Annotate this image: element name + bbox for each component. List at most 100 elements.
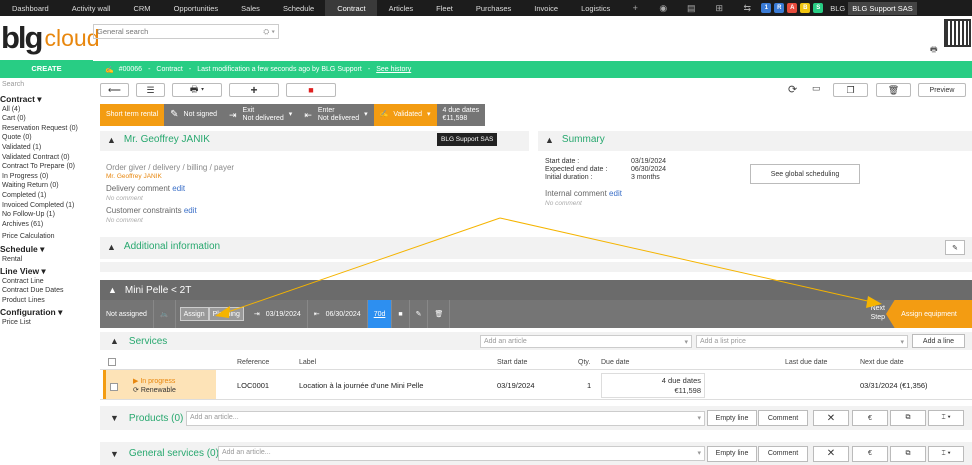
- see-history-link[interactable]: See history: [376, 66, 411, 73]
- sidebar-item-completed[interactable]: Completed (1): [0, 191, 93, 201]
- eye-icon[interactable]: ◉: [658, 3, 668, 14]
- validated-status[interactable]: ✍ Validated ▾: [373, 104, 437, 126]
- euro-icon[interactable]: €: [852, 410, 888, 426]
- printer-icon[interactable]: 🖶: [930, 44, 938, 58]
- general-add-article-select[interactable]: Add an article... ▾: [218, 446, 705, 461]
- assign-button[interactable]: Assign: [179, 307, 209, 321]
- sidebar-item-price-list[interactable]: Price List: [0, 318, 93, 328]
- expand-triangle-icon[interactable]: ▼: [110, 449, 119, 459]
- preview-button[interactable]: Preview: [918, 83, 966, 97]
- internal-comment-edit-link[interactable]: edit: [609, 189, 622, 198]
- badge-b[interactable]: B: [800, 3, 811, 13]
- list-icon[interactable]: ☰: [136, 83, 165, 97]
- general-empty-line-button[interactable]: Empty line: [707, 445, 757, 462]
- blg-cloud-logo[interactable]: blg cloud: [0, 16, 108, 60]
- sidebar-header-line-view[interactable]: Line View ▾: [0, 266, 93, 277]
- row-due-date-box[interactable]: 4 due dates €11,598: [601, 373, 705, 398]
- bike-icon[interactable]: 🚲: [154, 300, 176, 328]
- delete-icon[interactable]: 🗑: [876, 83, 911, 97]
- sidebar-header-configuration[interactable]: Configuration ▾: [0, 308, 93, 318]
- nav-invoice[interactable]: Invoice: [522, 0, 569, 16]
- refresh-icon[interactable]: ⟳: [788, 83, 797, 96]
- sidebar-item-rental[interactable]: Rental: [0, 255, 93, 265]
- close-icon[interactable]: ✕: [813, 410, 849, 426]
- add-article-select[interactable]: Add an article ▾: [480, 334, 692, 348]
- col-start-date[interactable]: Start date: [497, 359, 527, 366]
- enter-status[interactable]: ⇤ Enter Not delivered ▾: [298, 104, 374, 126]
- euro-icon[interactable]: €: [852, 445, 888, 462]
- sidebar-item-contract-line[interactable]: Contract Line: [0, 277, 93, 287]
- customer-constraints-edit-link[interactable]: edit: [184, 206, 197, 215]
- select-all-checkbox[interactable]: [108, 358, 116, 366]
- row-checkbox[interactable]: [110, 383, 118, 391]
- column-settings-icon[interactable]: ⌶ ▾: [928, 445, 964, 462]
- trash-icon[interactable]: 🗑: [428, 300, 451, 328]
- row-status-cell[interactable]: ▶ In progress ⟳ Renewable: [103, 370, 216, 399]
- nav-articles[interactable]: Articles: [377, 0, 425, 16]
- sidebar-item-reservation-request[interactable]: Reservation Request (0): [0, 124, 93, 134]
- sidebar-item-validated-contract[interactable]: Validated Contract (0): [0, 153, 93, 163]
- close-icon[interactable]: ✕: [813, 445, 849, 462]
- summary-panel-title[interactable]: ▲ Summary: [545, 134, 605, 145]
- sidebar-item-product-lines[interactable]: Product Lines: [0, 296, 93, 306]
- badge-r[interactable]: R: [774, 3, 785, 13]
- nav-activity-wall[interactable]: Activity wall: [60, 0, 122, 16]
- col-qty[interactable]: Qty.: [578, 359, 590, 366]
- general-comment-button[interactable]: Comment: [758, 445, 808, 462]
- col-due-date[interactable]: Due date: [601, 359, 629, 366]
- start-date-button[interactable]: ⇥ 03/19/2024: [248, 300, 308, 328]
- pencil-icon[interactable]: ✎: [945, 240, 965, 255]
- expand-triangle-icon[interactable]: ▼: [110, 413, 119, 423]
- nav-contract[interactable]: Contract: [325, 0, 377, 16]
- column-settings-icon[interactable]: ⌶ ▾: [928, 410, 964, 426]
- pencil-icon[interactable]: ✎: [410, 300, 429, 328]
- products-add-article-select[interactable]: Add an article... ▾: [186, 410, 705, 426]
- copy-icon[interactable]: ❐: [833, 83, 868, 97]
- due-dates-status[interactable]: 4 due dates €11,598: [436, 104, 486, 126]
- sidebar-item-validated[interactable]: Validated (1): [0, 143, 93, 153]
- sidebar-item-waiting-return[interactable]: Waiting Return (0): [0, 181, 93, 191]
- nav-purchases[interactable]: Purchases: [464, 0, 522, 16]
- duration-days-button[interactable]: 70d: [367, 300, 393, 328]
- add-line-button[interactable]: Add a line: [912, 334, 965, 348]
- notes-icon[interactable]: ▤: [686, 3, 696, 14]
- sidebar-item-contract-to-prepare[interactable]: Contract To Prepare (0): [0, 162, 93, 172]
- assign-equipment-button[interactable]: Assign equipment: [886, 300, 972, 328]
- badge-1[interactable]: 1: [761, 3, 772, 13]
- sidebar-item-cart[interactable]: Cart (0): [0, 114, 93, 124]
- nav-fleet[interactable]: Fleet: [424, 0, 464, 16]
- sidebar-item-contract-due-dates[interactable]: Contract Due Dates: [0, 286, 93, 296]
- general-search-input[interactable]: General search ⛭ ▾: [93, 24, 279, 39]
- col-reference[interactable]: Reference: [237, 359, 269, 366]
- stop-icon[interactable]: ■: [286, 83, 336, 97]
- badge-a[interactable]: A: [787, 3, 798, 13]
- delivery-comment-edit-link[interactable]: edit: [172, 184, 185, 193]
- user-menu[interactable]: BLG Support SAS: [848, 1, 917, 15]
- additional-info-title[interactable]: ▲ Additional information: [107, 241, 220, 252]
- messages-icon[interactable]: ⇆: [742, 3, 752, 14]
- nav-schedule[interactable]: Schedule: [271, 0, 325, 16]
- sidebar-item-all[interactable]: All (4): [0, 105, 93, 115]
- filter-icon[interactable]: ⛭ ▾: [263, 27, 275, 36]
- badge-s[interactable]: S: [813, 3, 824, 13]
- stop-icon[interactable]: ■: [392, 300, 410, 328]
- nav-dashboard[interactable]: Dashboard: [0, 0, 60, 16]
- monitor-icon[interactable]: ▭: [812, 83, 821, 94]
- planning-button[interactable]: Planning: [208, 307, 244, 321]
- sidebar-item-invoiced-completed[interactable]: Invoiced Completed (1): [0, 201, 93, 211]
- table-row[interactable]: [100, 369, 972, 400]
- sidebar-item-archives[interactable]: Archives (61): [0, 220, 93, 230]
- sidebar-header-schedule[interactable]: Schedule ▾: [0, 244, 93, 255]
- sidebar-search-input[interactable]: Search: [0, 80, 93, 92]
- print-menu-icon[interactable]: 🖶 ▾: [172, 83, 222, 97]
- discount-icon[interactable]: ⧉: [890, 410, 926, 426]
- add-list-price-select[interactable]: Add a list price ▾: [696, 334, 908, 348]
- order-giver-name[interactable]: Mr. Geoffrey JANIK: [106, 173, 162, 180]
- plus-icon[interactable]: +: [630, 3, 640, 13]
- nav-logistics[interactable]: Logistics: [569, 0, 621, 16]
- col-label[interactable]: Label: [299, 359, 316, 366]
- sidebar-item-no-follow-up[interactable]: No Follow-Up (1): [0, 210, 93, 220]
- see-global-scheduling-button[interactable]: See global scheduling: [750, 164, 860, 184]
- not-signed-status[interactable]: ✎ Not signed: [164, 104, 223, 126]
- grid-icon[interactable]: ⊞: [714, 3, 724, 14]
